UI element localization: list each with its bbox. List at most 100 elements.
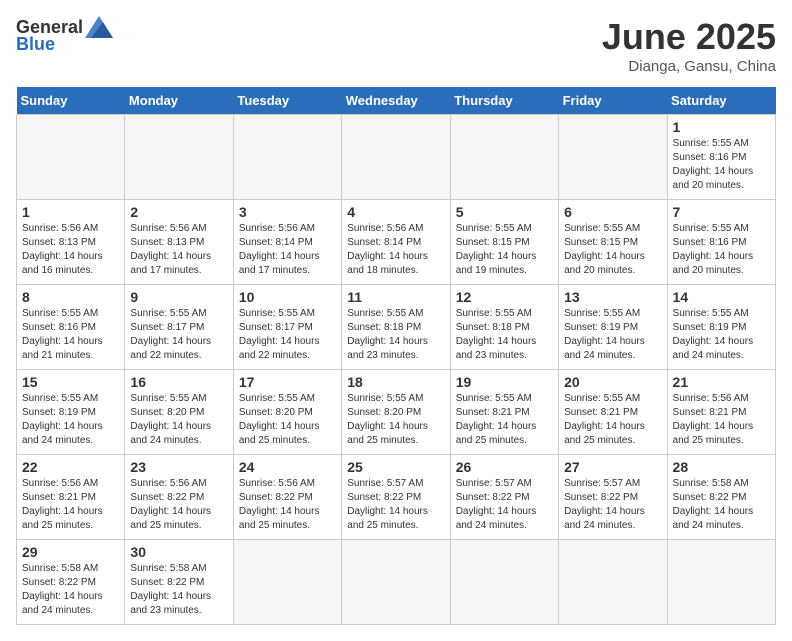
calendar-cell: 7 Sunrise: 5:55 AMSunset: 8:16 PMDaylight… (667, 200, 775, 285)
day-number: 9 (130, 289, 227, 305)
day-number: 24 (239, 459, 336, 475)
day-info: Sunrise: 5:57 AMSunset: 8:22 PMDaylight:… (347, 477, 444, 533)
calendar-body: 1 Sunrise: 5:55 AMSunset: 8:16 PMDaylight… (17, 115, 776, 625)
day-info: Sunrise: 5:55 AMSunset: 8:16 PMDaylight:… (673, 137, 770, 193)
day-number: 23 (130, 459, 227, 475)
day-number: 4 (347, 204, 444, 220)
day-info: Sunrise: 5:58 AMSunset: 8:22 PMDaylight:… (673, 477, 770, 533)
day-info: Sunrise: 5:55 AMSunset: 8:19 PMDaylight:… (22, 392, 119, 448)
day-info: Sunrise: 5:55 AMSunset: 8:19 PMDaylight:… (673, 307, 770, 363)
title-area: June 2025 Dianga, Gansu, China (602, 16, 776, 75)
day-info: Sunrise: 5:56 AMSunset: 8:14 PMDaylight:… (347, 222, 444, 278)
day-info: Sunrise: 5:55 AMSunset: 8:21 PMDaylight:… (564, 392, 661, 448)
calendar-cell: 12 Sunrise: 5:55 AMSunset: 8:18 PMDayligh… (450, 285, 558, 370)
calendar-cell (233, 115, 341, 200)
calendar-cell: 13 Sunrise: 5:55 AMSunset: 8:19 PMDayligh… (559, 285, 667, 370)
day-number: 3 (239, 204, 336, 220)
day-info: Sunrise: 5:55 AMSunset: 8:18 PMDaylight:… (456, 307, 553, 363)
day-number: 12 (456, 289, 553, 305)
logo: General Blue (16, 16, 113, 55)
day-info: Sunrise: 5:55 AMSunset: 8:16 PMDaylight:… (22, 307, 119, 363)
day-number: 8 (22, 289, 119, 305)
calendar-cell: 27 Sunrise: 5:57 AMSunset: 8:22 PMDayligh… (559, 455, 667, 540)
calendar-cell: 2 Sunrise: 5:56 AMSunset: 8:13 PMDaylight… (125, 200, 233, 285)
day-info: Sunrise: 5:55 AMSunset: 8:19 PMDaylight:… (564, 307, 661, 363)
logo-icon (85, 16, 113, 38)
day-info: Sunrise: 5:55 AMSunset: 8:17 PMDaylight:… (130, 307, 227, 363)
calendar-cell: 20Sunrise: 5:55 AMSunset: 8:21 PMDayligh… (559, 370, 667, 455)
calendar-cell: 16Sunrise: 5:55 AMSunset: 8:20 PMDayligh… (125, 370, 233, 455)
day-number: 26 (456, 459, 553, 475)
weekday-header-friday: Friday (559, 87, 667, 115)
day-info: Sunrise: 5:55 AMSunset: 8:20 PMDaylight:… (239, 392, 336, 448)
day-number: 29 (22, 544, 119, 560)
day-info: Sunrise: 5:56 AMSunset: 8:13 PMDaylight:… (22, 222, 119, 278)
calendar-cell: 11Sunrise: 5:55 AMSunset: 8:18 PMDayligh… (342, 285, 450, 370)
calendar-cell: 22 Sunrise: 5:56 AMSunset: 8:21 PMDayligh… (17, 455, 125, 540)
day-number: 25 (347, 459, 444, 475)
calendar-cell: 5 Sunrise: 5:55 AMSunset: 8:15 PMDaylight… (450, 200, 558, 285)
day-info: Sunrise: 5:56 AMSunset: 8:14 PMDaylight:… (239, 222, 336, 278)
calendar-cell: 24 Sunrise: 5:56 AMSunset: 8:22 PMDayligh… (233, 455, 341, 540)
header: General Blue June 2025 Dianga, Gansu, Ch… (16, 16, 776, 75)
day-info: Sunrise: 5:55 AMSunset: 8:15 PMDaylight:… (564, 222, 661, 278)
weekday-header-thursday: Thursday (450, 87, 558, 115)
day-number: 1 (22, 204, 119, 220)
day-number: 2 (130, 204, 227, 220)
weekday-header-saturday: Saturday (667, 87, 775, 115)
calendar-cell: 9 Sunrise: 5:55 AMSunset: 8:17 PMDaylight… (125, 285, 233, 370)
day-number: 27 (564, 459, 661, 475)
day-number: 7 (673, 204, 770, 220)
day-info: Sunrise: 5:56 AMSunset: 8:22 PMDaylight:… (239, 477, 336, 533)
calendar-cell: 28Sunrise: 5:58 AMSunset: 8:22 PMDayligh… (667, 455, 775, 540)
calendar-cell: 15Sunrise: 5:55 AMSunset: 8:19 PMDayligh… (17, 370, 125, 455)
day-info: Sunrise: 5:56 AMSunset: 8:21 PMDaylight:… (673, 392, 770, 448)
calendar-week-2: 8 Sunrise: 5:55 AMSunset: 8:16 PMDaylight… (17, 285, 776, 370)
calendar-cell: 4 Sunrise: 5:56 AMSunset: 8:14 PMDaylight… (342, 200, 450, 285)
day-info: Sunrise: 5:55 AMSunset: 8:17 PMDaylight:… (239, 307, 336, 363)
day-info: Sunrise: 5:58 AMSunset: 8:22 PMDaylight:… (22, 562, 119, 618)
day-info: Sunrise: 5:56 AMSunset: 8:21 PMDaylight:… (22, 477, 119, 533)
calendar-week-0: 1 Sunrise: 5:55 AMSunset: 8:16 PMDaylight… (17, 115, 776, 200)
day-number: 22 (22, 459, 119, 475)
day-info: Sunrise: 5:55 AMSunset: 8:15 PMDaylight:… (456, 222, 553, 278)
calendar-week-3: 15Sunrise: 5:55 AMSunset: 8:19 PMDayligh… (17, 370, 776, 455)
day-info: Sunrise: 5:55 AMSunset: 8:18 PMDaylight:… (347, 307, 444, 363)
weekday-header-wednesday: Wednesday (342, 87, 450, 115)
day-number: 16 (130, 374, 227, 390)
calendar-title: June 2025 (602, 16, 776, 58)
day-info: Sunrise: 5:55 AMSunset: 8:16 PMDaylight:… (673, 222, 770, 278)
day-number: 6 (564, 204, 661, 220)
calendar-cell: 21 Sunrise: 5:56 AMSunset: 8:21 PMDayligh… (667, 370, 775, 455)
weekday-header-monday: Monday (125, 87, 233, 115)
calendar-cell: 14Sunrise: 5:55 AMSunset: 8:19 PMDayligh… (667, 285, 775, 370)
day-number: 10 (239, 289, 336, 305)
calendar-cell (450, 115, 558, 200)
calendar-cell: 23Sunrise: 5:56 AMSunset: 8:22 PMDayligh… (125, 455, 233, 540)
calendar-cell: 1 Sunrise: 5:56 AMSunset: 8:13 PMDaylight… (17, 200, 125, 285)
day-number: 19 (456, 374, 553, 390)
day-info: Sunrise: 5:55 AMSunset: 8:20 PMDaylight:… (347, 392, 444, 448)
day-number: 1 (673, 119, 770, 135)
day-number: 13 (564, 289, 661, 305)
calendar-cell (559, 115, 667, 200)
day-number: 21 (673, 374, 770, 390)
day-number: 5 (456, 204, 553, 220)
calendar-cell: 10 Sunrise: 5:55 AMSunset: 8:17 PMDayligh… (233, 285, 341, 370)
calendar-cell: 25 Sunrise: 5:57 AMSunset: 8:22 PMDayligh… (342, 455, 450, 540)
calendar-week-4: 22 Sunrise: 5:56 AMSunset: 8:21 PMDayligh… (17, 455, 776, 540)
day-info: Sunrise: 5:57 AMSunset: 8:22 PMDaylight:… (456, 477, 553, 533)
calendar-cell: 1 Sunrise: 5:55 AMSunset: 8:16 PMDaylight… (667, 115, 775, 200)
weekday-header-row: SundayMondayTuesdayWednesdayThursdayFrid… (17, 87, 776, 115)
day-info: Sunrise: 5:56 AMSunset: 8:13 PMDaylight:… (130, 222, 227, 278)
day-info: Sunrise: 5:55 AMSunset: 8:21 PMDaylight:… (456, 392, 553, 448)
day-info: Sunrise: 5:57 AMSunset: 8:22 PMDaylight:… (564, 477, 661, 533)
day-info: Sunrise: 5:58 AMSunset: 8:22 PMDaylight:… (130, 562, 227, 618)
calendar-cell: 8 Sunrise: 5:55 AMSunset: 8:16 PMDaylight… (17, 285, 125, 370)
day-number: 30 (130, 544, 227, 560)
calendar-cell: 26 Sunrise: 5:57 AMSunset: 8:22 PMDayligh… (450, 455, 558, 540)
calendar-cell: 6 Sunrise: 5:55 AMSunset: 8:15 PMDaylight… (559, 200, 667, 285)
weekday-header-tuesday: Tuesday (233, 87, 341, 115)
calendar-cell (125, 115, 233, 200)
calendar-cell: 18Sunrise: 5:55 AMSunset: 8:20 PMDayligh… (342, 370, 450, 455)
